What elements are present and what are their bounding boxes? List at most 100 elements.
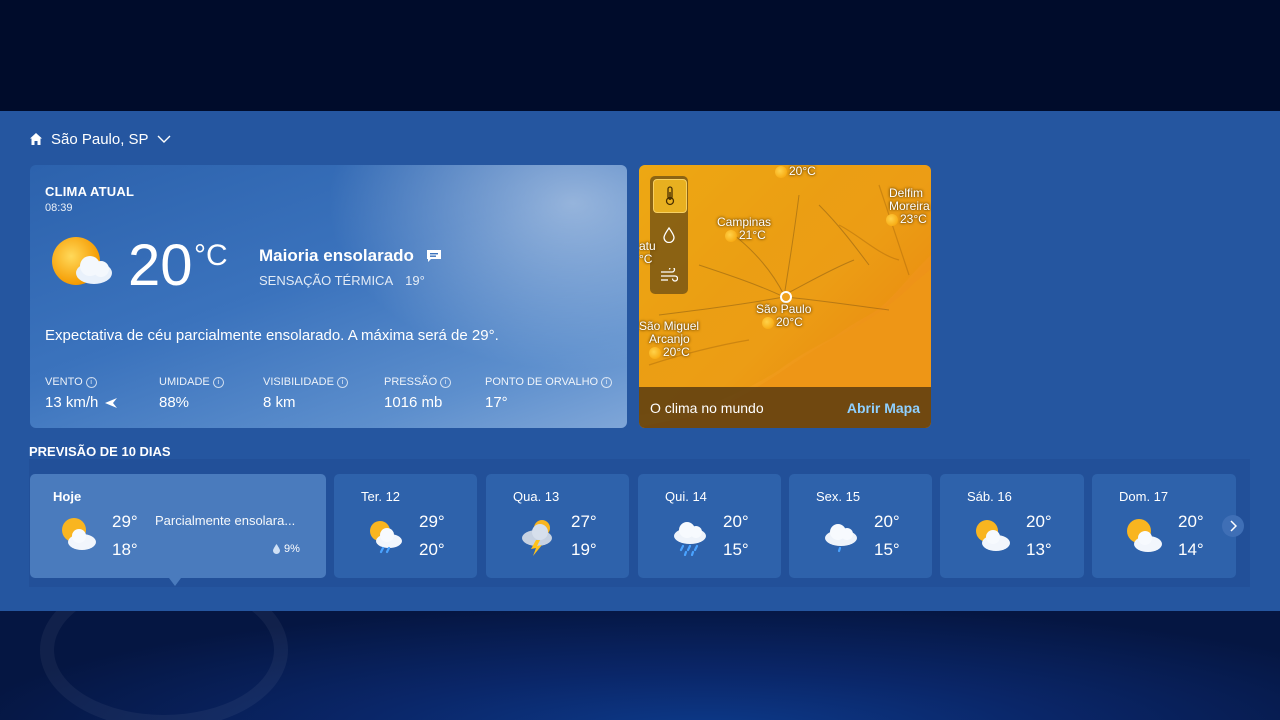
map-city-north[interactable]: 20°C — [775, 165, 816, 178]
city-temp: 23°C — [900, 212, 927, 226]
rain-icon — [674, 522, 706, 556]
edge-temp: °C — [639, 252, 653, 266]
day-low: 19° — [571, 540, 597, 559]
info-icon[interactable]: i — [212, 376, 224, 388]
map-city-delfim-moreira[interactable]: Delfim Moreira 23°C — [886, 187, 930, 226]
partly-sunny-icon — [649, 346, 661, 359]
metric-pressure[interactable]: PRESSÃO i 1016 mb — [384, 376, 452, 411]
info-icon[interactable]: i — [85, 376, 97, 388]
top-background — [0, 0, 1280, 111]
day-high: 27° — [571, 512, 597, 531]
partly-sunny-icon — [976, 520, 1010, 551]
forecast-day[interactable]: Ter. 12 29° 20° — [334, 474, 477, 578]
metric-visibility[interactable]: VISIBILIDADE i 8 km — [263, 376, 348, 411]
current-time: 08:39 — [45, 202, 73, 214]
info-icon[interactable]: i — [601, 376, 613, 388]
partly-sunny-rain-icon — [370, 521, 402, 554]
forecast-day[interactable]: Sáb. 16 20° 13° — [940, 474, 1084, 578]
metric-value: 88% — [159, 394, 190, 411]
thunderstorm-icon — [522, 520, 552, 556]
metric-value: 1016 mb — [384, 394, 443, 411]
day-name: Qua. 13 — [513, 489, 560, 504]
metric-label: VISIBILIDADE — [263, 376, 334, 388]
partly-sunny-icon — [62, 518, 96, 550]
forecast-day[interactable]: Sex. 15 20° 15° — [789, 474, 932, 578]
precip-value: 9% — [284, 543, 300, 555]
home-icon — [30, 133, 42, 145]
metric-wind[interactable]: VENTO i 13 km/h — [45, 376, 118, 411]
info-icon[interactable]: i — [440, 376, 452, 388]
city-temp: 21°C — [739, 228, 766, 242]
day-low: 18° — [112, 540, 138, 559]
metric-value: 17° — [485, 394, 508, 411]
day-name: Qui. 14 — [665, 489, 707, 504]
partly-sunny-icon — [52, 237, 112, 285]
partly-sunny-icon — [762, 316, 774, 329]
precipitation-layer-button[interactable] — [653, 219, 685, 251]
world-weather-text: O clima no mundo — [650, 399, 764, 416]
expectation-text: Expectativa de céu parcialmente ensolara… — [45, 327, 499, 344]
day-high: 20° — [723, 512, 749, 531]
feels-like: SENSAÇÃO TÉRMICA 19° — [259, 273, 425, 288]
condition-text: Maioria ensolarado — [259, 246, 414, 265]
sunny-icon — [725, 229, 737, 242]
message-icon[interactable] — [426, 249, 442, 263]
decorative-swirl — [40, 611, 288, 720]
day-name: Ter. 12 — [361, 489, 401, 504]
day-high: 29° — [419, 512, 445, 531]
weather-map-card[interactable]: 20°C Delfim Moreira 23°C Campinas 21°C S… — [639, 165, 931, 428]
chevron-right-icon — [1230, 520, 1237, 532]
day-low: 14° — [1178, 540, 1204, 559]
map-city-edge[interactable]: atu °C — [639, 240, 656, 266]
map-city-sao-paulo[interactable]: São Paulo 20°C — [756, 303, 811, 329]
map-city-sao-miguel-arcanjo[interactable]: São Miguel Arcanjo 20°C — [639, 320, 699, 359]
forecast-day-today[interactable]: Hoje 29° 18° Parcialmente ensolara... 9% — [30, 474, 326, 578]
day-high: 29° — [112, 512, 138, 531]
metric-dew-point[interactable]: PONTO DE ORVALHO i 17° — [485, 376, 613, 411]
sunny-icon — [775, 165, 787, 178]
metric-label: PRESSÃO — [384, 376, 438, 388]
map-city-campinas[interactable]: Campinas 21°C — [717, 216, 771, 242]
light-rain-icon — [825, 524, 857, 553]
wind-layer-button[interactable] — [653, 259, 685, 291]
open-map-link[interactable]: Abrir Mapa — [847, 400, 920, 416]
partly-sunny-icon — [886, 213, 898, 226]
current-condition: Maioria ensolarado — [259, 246, 442, 266]
day-name: Dom. 17 — [1119, 489, 1169, 504]
feels-label: SENSAÇÃO TÉRMICA — [259, 273, 394, 288]
day-high: 20° — [1178, 512, 1204, 531]
bottom-background — [0, 611, 1280, 720]
day-name: Hoje — [53, 489, 82, 504]
partly-sunny-icon — [1127, 519, 1162, 552]
metric-label: PONTO DE ORVALHO — [485, 376, 599, 388]
info-icon[interactable]: i — [336, 376, 348, 388]
forecast-next-button[interactable] — [1222, 515, 1244, 537]
location-selector[interactable]: São Paulo, SP — [29, 129, 171, 149]
day-high: 20° — [1026, 512, 1052, 531]
forecast-day[interactable]: Qua. 13 27° 19° — [486, 474, 629, 578]
day-name: Sex. 15 — [816, 489, 861, 504]
map-footer: O clima no mundo Abrir Mapa — [639, 387, 931, 428]
day-summary: Parcialmente ensolara... — [155, 513, 296, 528]
forecast-title: PREVISÃO DE 10 DIAS — [29, 444, 171, 459]
day-low: 15° — [874, 540, 900, 559]
selected-day-pointer — [169, 578, 181, 586]
current-weather-card[interactable]: CLIMA ATUAL 08:39 20 °C Maioria ensolara… — [30, 165, 627, 428]
temperature-layer-button[interactable] — [653, 179, 687, 213]
wind-icon — [661, 268, 678, 282]
wind-direction-icon — [105, 397, 118, 408]
day-low: 20° — [419, 540, 445, 559]
day-high: 20° — [874, 512, 900, 531]
city-temp: 20°C — [789, 165, 816, 178]
current-title: CLIMA ATUAL — [45, 184, 135, 199]
feels-value: 19° — [405, 273, 425, 288]
city-temp: 20°C — [663, 345, 690, 359]
precipitation-chance: 9% — [273, 543, 300, 555]
metric-humidity[interactable]: UMIDADE i 88% — [159, 376, 224, 411]
droplet-icon — [663, 227, 675, 243]
droplet-icon — [273, 544, 280, 554]
forecast-day[interactable]: Qui. 14 20° 15° — [638, 474, 781, 578]
city-temp: 20°C — [776, 315, 803, 329]
forecast-day[interactable]: Dom. 17 20° 14° — [1092, 474, 1236, 578]
day-name: Sáb. 16 — [967, 489, 1012, 504]
